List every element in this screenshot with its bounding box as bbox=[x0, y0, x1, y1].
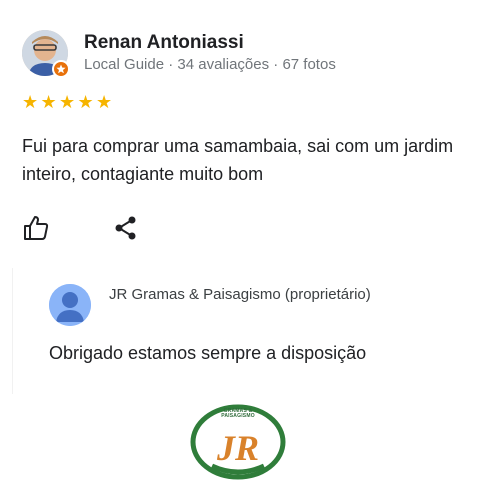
owner-reply: JR Gramas & Paisagismo (proprietário) Ob… bbox=[12, 268, 500, 394]
local-guide-badge-icon bbox=[52, 60, 70, 78]
logo-caption: GRAMAS & PAISAGISMO bbox=[190, 409, 286, 419]
star-icon: ★ bbox=[59, 92, 76, 112]
star-icon: ★ bbox=[22, 92, 39, 112]
like-button[interactable] bbox=[22, 214, 50, 242]
reviewer-name[interactable]: Renan Antoniassi bbox=[84, 32, 244, 54]
review-header: Renan Antoniassi Local Guide · 34 avalia… bbox=[22, 30, 482, 80]
owner-avatar bbox=[49, 284, 91, 326]
jr-gramas-logo: JR GRAMAS & PAISAGISMO bbox=[190, 404, 286, 480]
owner-name: JR Gramas & Paisagismo (proprietário) bbox=[109, 286, 371, 303]
review-text: Fui para comprar uma samambaia, sai com … bbox=[22, 136, 454, 184]
logo-line-2: PAISAGISMO bbox=[221, 413, 255, 419]
logo-monogram: JR bbox=[216, 428, 259, 468]
share-icon bbox=[115, 216, 136, 240]
star-icon: ★ bbox=[96, 92, 113, 112]
default-user-icon bbox=[49, 284, 91, 326]
star-rating: ★ ★ ★ ★ ★ bbox=[22, 93, 115, 111]
owner-reply-text: Obrigado estamos sempre a disposição bbox=[49, 343, 367, 363]
star-icon: ★ bbox=[77, 92, 94, 112]
star-icon: ★ bbox=[40, 92, 57, 112]
share-button[interactable] bbox=[112, 214, 140, 242]
thumbs-up-icon bbox=[24, 216, 49, 240]
reviewer-meta: Local Guide · 34 avaliações · 67 fotos bbox=[84, 56, 336, 73]
